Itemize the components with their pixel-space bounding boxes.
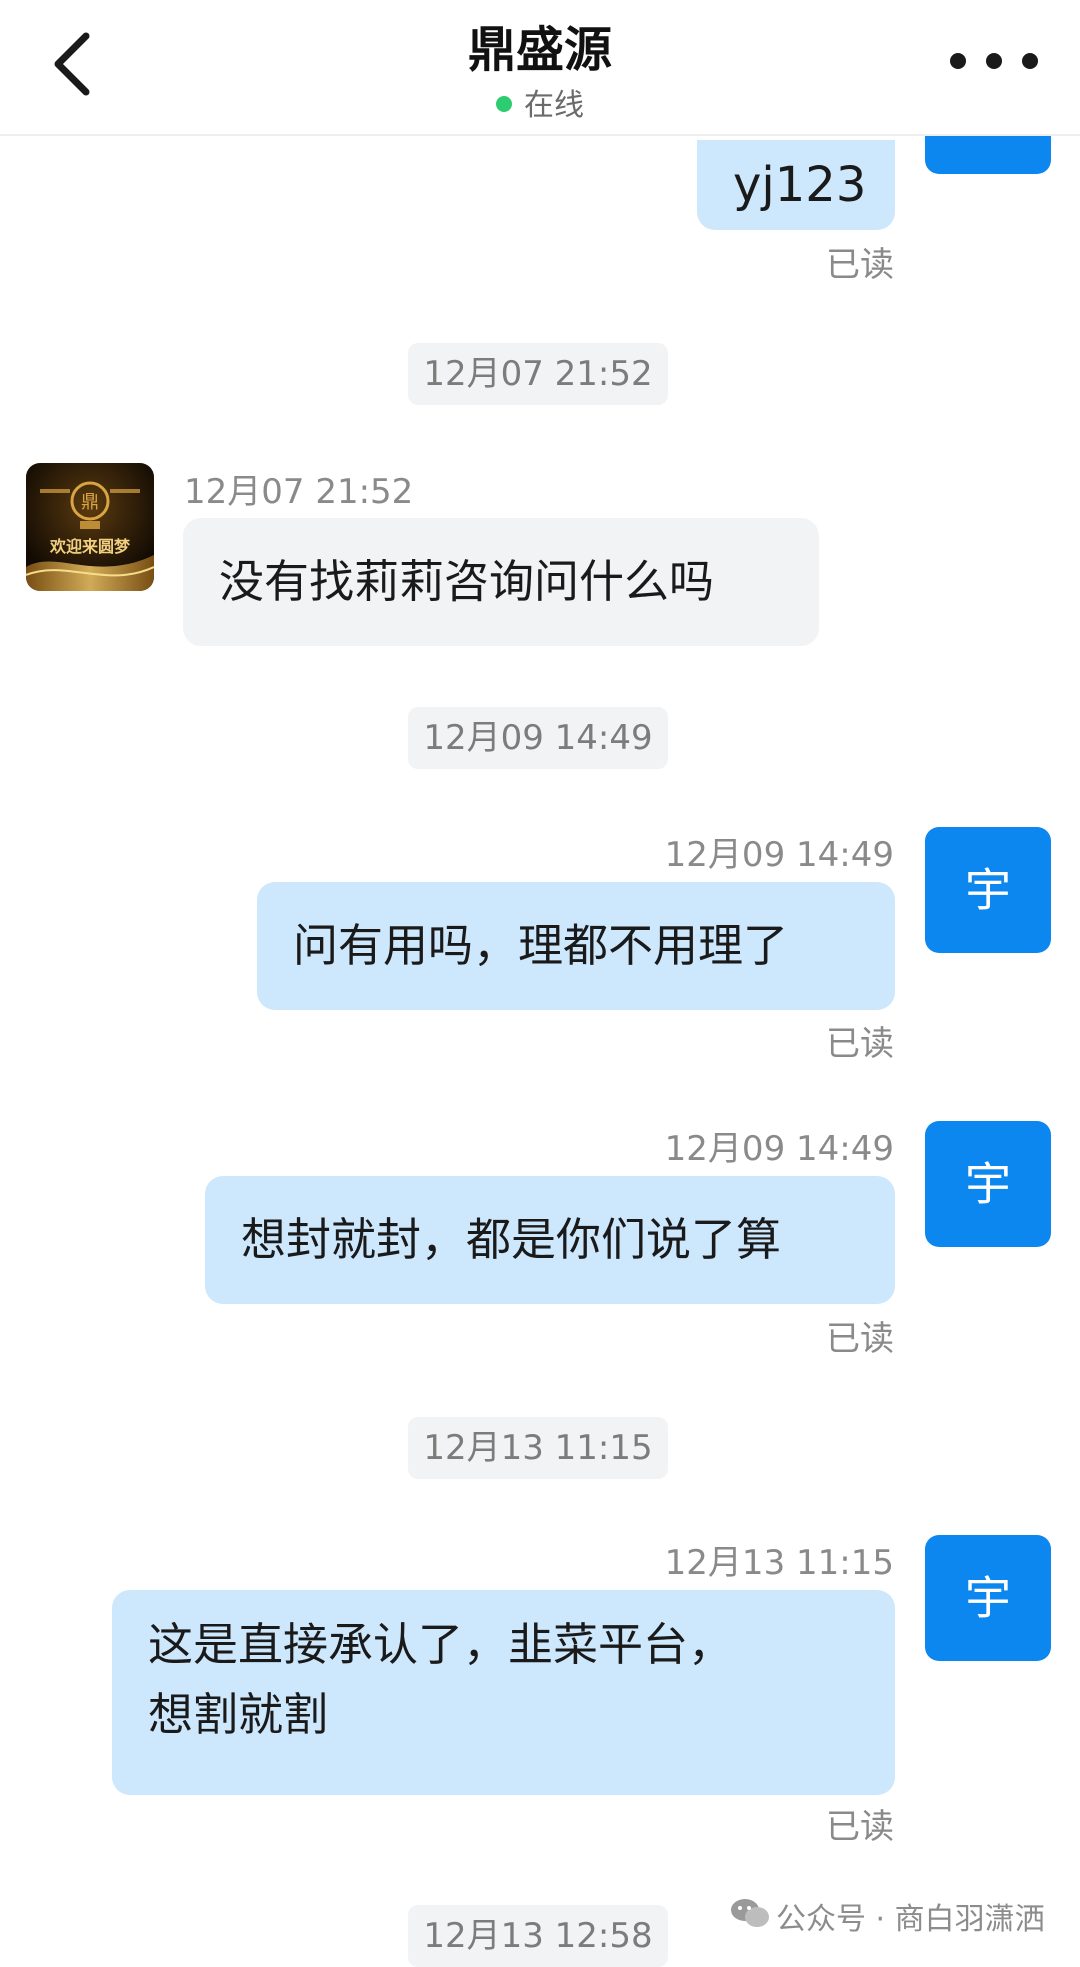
message-timestamp: 12月13 11:15 — [664, 1543, 894, 1583]
read-receipt: 已读 — [826, 1807, 894, 1847]
chat-title: 鼎盛源 — [467, 22, 612, 78]
message-bubble-outgoing[interactable]: 问有用吗，理都不用理了 — [257, 882, 895, 1010]
user-avatar[interactable]: 宇 — [925, 1121, 1051, 1247]
message-bubble-outgoing[interactable]: 想封就封，都是你们说了算 — [205, 1176, 895, 1304]
message-bubble-incoming[interactable]: 没有找莉莉咨询问什么吗 — [183, 518, 819, 646]
online-dot-icon — [496, 96, 512, 112]
user-avatar[interactable]: 宇 — [925, 1535, 1051, 1661]
message-bubble-outgoing[interactable]: yj123 — [697, 140, 895, 230]
online-status-label: 在线 — [524, 88, 584, 123]
date-separator: 12月13 11:15 — [408, 1417, 668, 1479]
read-receipt: 已读 — [826, 1024, 894, 1064]
date-separator: 12月07 21:52 — [408, 343, 668, 405]
message-bubble-outgoing[interactable]: 这是直接承认了，韭菜平台， 想割就割 — [112, 1590, 895, 1795]
svg-text:鼎: 鼎 — [81, 492, 99, 513]
brand-logo-icon: 鼎 — [26, 463, 154, 591]
message-timestamp: 12月09 14:49 — [664, 835, 894, 875]
message-timestamp: 12月07 21:52 — [184, 472, 414, 512]
date-separator: 12月09 14:49 — [408, 707, 668, 769]
online-status: 在线 — [0, 80, 1080, 124]
more-dots-icon — [950, 53, 1038, 69]
read-receipt: 已读 — [826, 245, 894, 285]
watermark-text: 公众号 · 商白羽潇洒 — [776, 1902, 1045, 1937]
wechat-icon — [730, 1896, 770, 1946]
message-line: 想割就割 — [148, 1688, 329, 1741]
watermark: 公众号 · 商白羽潇洒 — [730, 1895, 1045, 1945]
brand-caption: 欢迎来圆梦 — [49, 537, 130, 556]
more-options-button[interactable] — [944, 36, 1044, 86]
read-receipt: 已读 — [826, 1319, 894, 1359]
message-line: 这是直接承认了，韭菜平台， — [148, 1618, 734, 1671]
contact-avatar[interactable]: 鼎 欢迎来圆梦 — [26, 463, 154, 591]
chat-header: 鼎盛源 在线 — [0, 0, 1080, 136]
message-timestamp: 12月09 14:49 — [664, 1129, 894, 1169]
user-avatar[interactable]: 宇 — [925, 827, 1051, 953]
date-separator: 12月13 12:58 — [408, 1905, 668, 1967]
